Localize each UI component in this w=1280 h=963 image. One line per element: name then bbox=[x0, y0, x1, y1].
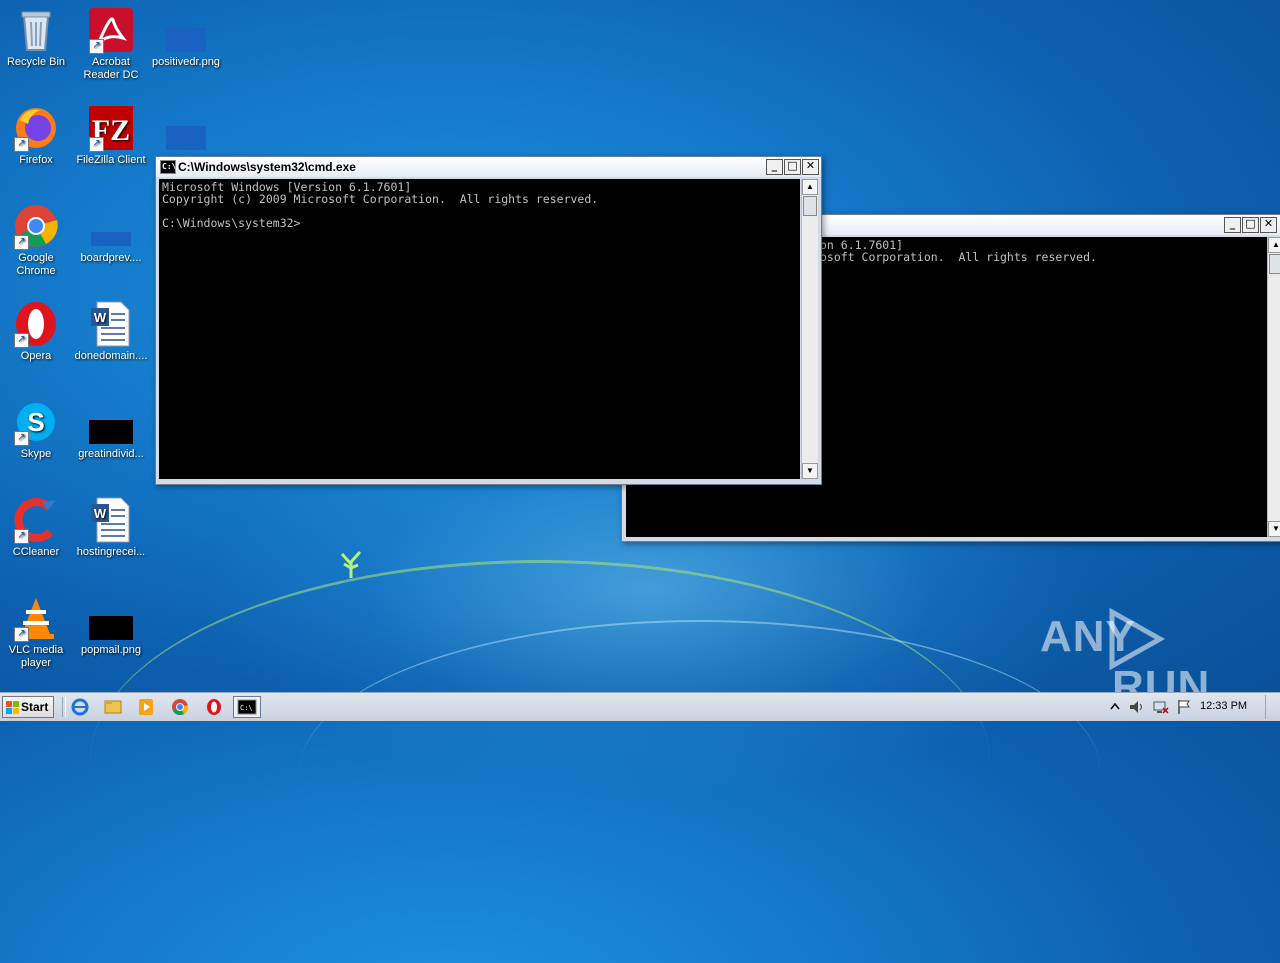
taskbar: Start C:\ 12:33 PM bbox=[0, 692, 1280, 721]
maximize-button[interactable]: □ bbox=[1242, 217, 1259, 233]
start-button[interactable]: Start bbox=[2, 696, 54, 718]
scroll-thumb[interactable] bbox=[1269, 254, 1280, 274]
desktop-icon-label: Recycle Bin bbox=[6, 56, 66, 68]
taskbar-app-opera[interactable] bbox=[200, 696, 228, 718]
vertical-scrollbar[interactable]: ▲ ▼ bbox=[1267, 237, 1280, 537]
close-button[interactable]: ✕ bbox=[802, 159, 819, 175]
window-title: C:\Windows\system32\cmd.exe bbox=[178, 160, 356, 174]
word-doc-icon: W bbox=[87, 300, 135, 348]
desktop-icon-filezilla[interactable]: FZ ↗ FileZilla Client bbox=[73, 104, 149, 167]
titlebar[interactable]: C:\ C:\Windows\system32\cmd.exe _ □ ✕ bbox=[156, 157, 821, 177]
wallpaper-sprout-icon bbox=[340, 550, 362, 578]
desktop-icon-label: VLC media player bbox=[8, 644, 64, 669]
close-button[interactable]: ✕ bbox=[1260, 217, 1277, 233]
taskbar-app-media-player[interactable] bbox=[132, 696, 160, 718]
desktop-icon-skype[interactable]: S ↗ Skype bbox=[0, 398, 74, 461]
image-file-icon bbox=[87, 594, 135, 642]
svg-text:C:\: C:\ bbox=[240, 704, 253, 712]
explorer-icon bbox=[104, 700, 122, 714]
desktop-icon-label: Google Chrome bbox=[16, 252, 56, 277]
desktop-icon-label: donedomain.... bbox=[74, 350, 148, 362]
desktop-icon-label: Firefox bbox=[19, 154, 53, 166]
desktop-icon-opera[interactable]: ↗ Opera bbox=[0, 300, 74, 363]
file-icon bbox=[87, 202, 135, 250]
desktop-icon-popmail[interactable]: popmail.png bbox=[73, 594, 149, 657]
play-logo-icon bbox=[1109, 608, 1166, 670]
action-center-flag-icon[interactable] bbox=[1176, 698, 1192, 716]
desktop-icon-label: Acrobat Reader DC bbox=[83, 56, 139, 81]
svg-text:W: W bbox=[94, 310, 107, 325]
start-label: Start bbox=[21, 700, 49, 714]
scroll-up-icon[interactable]: ▲ bbox=[802, 179, 818, 195]
desktop-icon-label: positivedr.png bbox=[152, 56, 220, 68]
desktop-icon-label: boardprev.... bbox=[80, 252, 142, 264]
scroll-down-icon[interactable]: ▼ bbox=[802, 463, 818, 479]
vertical-scrollbar[interactable]: ▲ ▼ bbox=[801, 179, 818, 479]
desktop-icon-label: Skype bbox=[20, 448, 52, 460]
image-file-icon bbox=[87, 398, 135, 446]
scroll-thumb[interactable] bbox=[803, 196, 817, 216]
skype-icon: S ↗ bbox=[12, 398, 60, 446]
desktop-icon-firefox[interactable]: ↗ Firefox bbox=[0, 104, 74, 167]
desktop-icon-vlc[interactable]: ↗ VLC media player bbox=[0, 594, 74, 670]
chrome-icon: ↗ bbox=[12, 202, 60, 250]
desktop-icon-hostingrecei[interactable]: W hostingrecei... bbox=[73, 496, 149, 559]
cmd-icon: C:\ bbox=[237, 699, 257, 715]
tray-expand-icon[interactable] bbox=[1108, 699, 1122, 715]
opera-icon bbox=[207, 699, 221, 715]
desktop-icon-donedomain[interactable]: W donedomain.... bbox=[73, 300, 149, 363]
desktop-icon-ccleaner[interactable]: ↗ CCleaner bbox=[0, 496, 74, 559]
scroll-down-icon[interactable]: ▼ bbox=[1268, 521, 1280, 537]
desktop-icon-label: Opera bbox=[20, 350, 52, 362]
desktop-icon-google-chrome[interactable]: ↗ Google Chrome bbox=[0, 202, 74, 278]
volume-icon[interactable] bbox=[1128, 699, 1146, 715]
firefox-icon: ↗ bbox=[12, 104, 60, 152]
desktop-icon-positivedr[interactable]: positivedr.png bbox=[148, 6, 224, 69]
acrobat-icon: ↗ bbox=[87, 6, 135, 54]
taskbar-app-cmd[interactable]: C:\ bbox=[233, 696, 261, 718]
cmd-window[interactable]: C:\ C:\Windows\system32\cmd.exe _ □ ✕ Mi… bbox=[155, 156, 822, 485]
desktop-icon-recycle-bin[interactable]: Recycle Bin bbox=[0, 6, 74, 69]
chrome-icon bbox=[172, 699, 189, 716]
minimize-button[interactable]: _ bbox=[1224, 217, 1241, 233]
cmd-icon: C:\ bbox=[160, 160, 176, 174]
vlc-icon: ↗ bbox=[12, 594, 60, 642]
opera-icon: ↗ bbox=[12, 300, 60, 348]
image-file-icon bbox=[162, 6, 210, 54]
word-doc-icon: W bbox=[87, 496, 135, 544]
desktop-icon-label: popmail.png bbox=[81, 644, 141, 656]
svg-text:S: S bbox=[27, 407, 44, 437]
desktop-icon-greatindivid[interactable]: greatindivid... bbox=[73, 398, 149, 461]
console-output[interactable]: Microsoft Windows [Version 6.1.7601] Cop… bbox=[159, 179, 800, 479]
recycle-bin-icon bbox=[12, 6, 60, 54]
taskbar-app-chrome[interactable] bbox=[166, 696, 194, 718]
show-desktop-button[interactable] bbox=[1265, 695, 1278, 719]
media-player-icon bbox=[139, 699, 153, 715]
desktop-icon-partial[interactable] bbox=[148, 104, 224, 154]
windows-logo-icon bbox=[6, 701, 19, 714]
filezilla-icon: FZ ↗ bbox=[87, 104, 135, 152]
clock[interactable]: 12:33 PM bbox=[1200, 700, 1247, 712]
desktop-icon-label: FileZilla Client bbox=[76, 154, 146, 166]
wallpaper-arc bbox=[300, 620, 1100, 922]
desktop-icon-boardprev[interactable]: boardprev.... bbox=[73, 202, 149, 265]
maximize-button[interactable]: □ bbox=[784, 159, 801, 175]
desktop-icon-label: CCleaner bbox=[12, 546, 60, 558]
file-icon bbox=[162, 104, 210, 152]
ccleaner-icon: ↗ bbox=[12, 496, 60, 544]
taskbar-app-ie[interactable] bbox=[66, 696, 94, 718]
network-icon[interactable] bbox=[1152, 699, 1170, 715]
desktop-icon-acrobat[interactable]: ↗ Acrobat Reader DC bbox=[73, 6, 149, 82]
svg-text:W: W bbox=[94, 506, 107, 521]
ie-icon bbox=[71, 698, 89, 716]
desktop-icon-label: greatindivid... bbox=[78, 448, 144, 460]
minimize-button[interactable]: _ bbox=[766, 159, 783, 175]
desktop-icon-label: hostingrecei... bbox=[76, 546, 146, 558]
scroll-up-icon[interactable]: ▲ bbox=[1268, 237, 1280, 253]
taskbar-app-explorer[interactable] bbox=[99, 696, 127, 718]
